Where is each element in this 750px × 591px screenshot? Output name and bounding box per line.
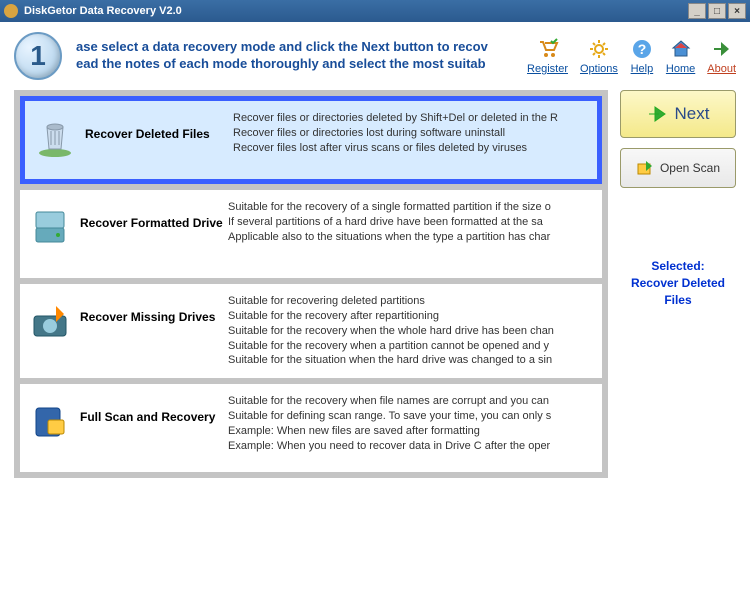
options-link[interactable]: Options — [580, 37, 618, 75]
gear-icon — [587, 37, 611, 61]
about-icon — [710, 37, 734, 61]
mode-title: Recover Deleted Files — [85, 111, 233, 169]
about-label: About — [707, 63, 736, 75]
register-link[interactable]: Register — [527, 37, 568, 75]
mode-desc: Suitable for the recovery when file name… — [228, 394, 551, 462]
mode-desc: Recover files or directories deleted by … — [233, 111, 558, 169]
help-link[interactable]: ? Help — [630, 37, 654, 75]
window-title: DiskGetor Data Recovery V2.0 — [24, 5, 688, 17]
register-label: Register — [527, 63, 568, 75]
mode-title: Full Scan and Recovery — [80, 394, 228, 462]
app-icon — [4, 4, 18, 18]
help-label: Help — [631, 63, 654, 75]
trash-icon — [33, 115, 77, 159]
folder-arrow-icon — [636, 159, 654, 177]
mode-title: Recover Missing Drives — [80, 294, 228, 368]
svg-text:?: ? — [638, 41, 647, 57]
home-link[interactable]: Home — [666, 37, 695, 75]
selected-status: Selected: Recover Deleted Files — [620, 258, 736, 308]
next-label: Next — [675, 104, 710, 124]
cart-icon — [536, 37, 560, 61]
options-label: Options — [580, 63, 618, 75]
main-row: Recover Deleted Files Recover files or d… — [14, 90, 736, 478]
home-label: Home — [666, 63, 695, 75]
scan-icon — [28, 398, 72, 442]
step-number-badge: 1 — [14, 32, 62, 80]
mode-recover-missing-drives[interactable]: Recover Missing Drives Suitable for reco… — [20, 284, 602, 378]
content-area: 1 ase select a data recovery mode and cl… — [0, 22, 750, 591]
instruction-text: ase select a data recovery mode and clic… — [76, 39, 527, 73]
next-button[interactable]: Next — [620, 90, 736, 138]
mode-list: Recover Deleted Files Recover files or d… — [14, 90, 608, 478]
mode-recover-deleted-files[interactable]: Recover Deleted Files Recover files or d… — [20, 96, 602, 184]
top-section: 1 ase select a data recovery mode and cl… — [14, 32, 736, 80]
help-icon: ? — [630, 37, 654, 61]
titlebar: DiskGetor Data Recovery V2.0 _ □ × — [0, 0, 750, 22]
open-scan-label: Open Scan — [660, 161, 720, 175]
close-button[interactable]: × — [728, 3, 746, 19]
mode-title: Recover Formatted Drive — [80, 200, 228, 268]
instruction-line: ase select a data recovery mode and clic… — [76, 39, 527, 56]
drive-format-icon — [28, 204, 72, 248]
instruction-line: ead the notes of each mode thoroughly an… — [76, 56, 527, 73]
right-column: Next Open Scan Selected: Recover Deleted… — [620, 90, 736, 478]
toolbar: Register Options ? Help Home — [527, 37, 736, 75]
mode-full-scan-recovery[interactable]: Full Scan and Recovery Suitable for the … — [20, 384, 602, 472]
mode-desc: Suitable for the recovery of a single fo… — [228, 200, 551, 268]
mode-recover-formatted-drive[interactable]: Recover Formatted Drive Suitable for the… — [20, 190, 602, 278]
maximize-button[interactable]: □ — [708, 3, 726, 19]
mode-desc: Suitable for recovering deleted partitio… — [228, 294, 554, 368]
arrow-right-icon — [647, 103, 669, 125]
drive-missing-icon — [28, 298, 72, 342]
home-icon — [669, 37, 693, 61]
about-link[interactable]: About — [707, 37, 736, 75]
open-scan-button[interactable]: Open Scan — [620, 148, 736, 188]
minimize-button[interactable]: _ — [688, 3, 706, 19]
